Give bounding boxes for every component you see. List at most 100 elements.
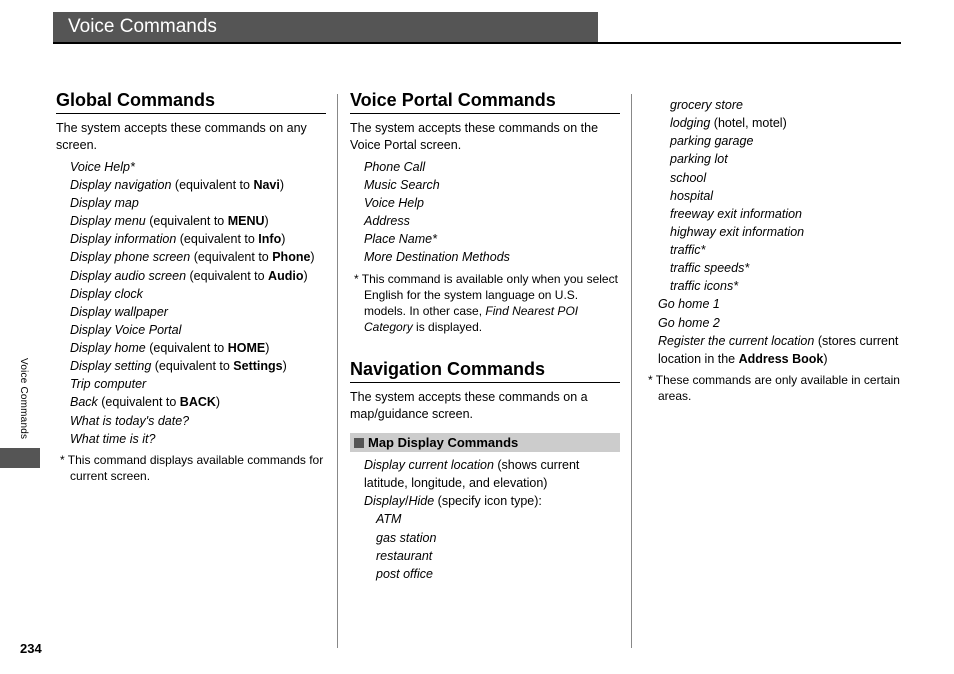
page-number: 234 xyxy=(20,641,42,656)
txt: is displayed. xyxy=(413,320,482,334)
cmd: Display clock xyxy=(70,287,143,301)
cmd: Display home xyxy=(70,341,146,355)
cmd: Display wallpaper xyxy=(70,305,168,319)
footnote-global: * This command displays available comman… xyxy=(56,452,326,484)
cmd: traffic* xyxy=(670,243,705,257)
cmd: grocery store xyxy=(670,98,743,112)
txt: ) xyxy=(280,178,284,192)
cmd: parking garage xyxy=(670,134,753,148)
cmd: parking lot xyxy=(670,152,728,166)
txt: (equivalent to xyxy=(151,359,233,373)
cmd: Address xyxy=(364,214,410,228)
cmd: Voice Help xyxy=(364,196,424,210)
cmd: Register the current location xyxy=(658,334,814,348)
cmd: What is today's date? xyxy=(70,414,189,428)
txt: ) xyxy=(216,395,220,409)
cmd: lodging xyxy=(670,116,710,130)
cmd: Display xyxy=(364,494,405,508)
icon-type-list-cont: grocery store lodging (hotel, motel) par… xyxy=(644,96,914,295)
heading-voice-portal: Voice Portal Commands xyxy=(350,90,620,114)
page-title: Voice Commands xyxy=(68,16,217,37)
side-tab-marker xyxy=(0,448,40,468)
txt: (hotel, motel) xyxy=(710,116,786,130)
key: BACK xyxy=(180,395,216,409)
txt: (equivalent to xyxy=(171,178,253,192)
side-tab-label: Voice Commands xyxy=(18,358,29,439)
heading-global-commands: Global Commands xyxy=(56,90,326,114)
cmd: freeway exit information xyxy=(670,207,802,221)
cmd: Display Voice Portal xyxy=(70,323,181,337)
cmd: school xyxy=(670,171,706,185)
cmd: Display map xyxy=(70,196,139,210)
footnote-nav: * These commands are only available in c… xyxy=(644,372,914,404)
txt: (equivalent to xyxy=(146,341,228,355)
map-display-list: Display current location (shows current … xyxy=(350,456,620,510)
column-3: grocery store lodging (hotel, motel) par… xyxy=(644,90,914,644)
column-2: Voice Portal Commands The system accepts… xyxy=(350,90,620,644)
txt: ) xyxy=(823,352,827,366)
txt: (equivalent to xyxy=(176,232,258,246)
cmd: Display information xyxy=(70,232,176,246)
cmd: Go home 1 xyxy=(658,297,720,311)
icon-type-list: ATM gas station restaurant post office xyxy=(350,510,620,583)
key: Audio xyxy=(268,269,303,283)
txt: ) xyxy=(283,359,287,373)
footnote-voice-portal: * This command is available only when yo… xyxy=(350,271,620,336)
txt: (specify icon type): xyxy=(434,494,542,508)
cmd: Display menu xyxy=(70,214,146,228)
cmd: Display current location xyxy=(364,458,494,472)
key: HOME xyxy=(228,341,266,355)
content-columns: Global Commands The system accepts these… xyxy=(56,90,914,644)
cmd: Hide xyxy=(408,494,434,508)
cmd: restaurant xyxy=(376,549,432,563)
title-rule xyxy=(53,42,901,44)
txt: (equivalent to xyxy=(186,269,268,283)
cmd: What time is it? xyxy=(70,432,155,446)
key: Settings xyxy=(233,359,282,373)
intro-navigation: The system accepts these commands on a m… xyxy=(350,389,620,423)
txt: (equivalent to xyxy=(98,395,180,409)
cmd: Voice Help* xyxy=(70,160,135,174)
txt: ) xyxy=(265,214,269,228)
cmd: ATM xyxy=(376,512,401,526)
cmd: Trip computer xyxy=(70,377,146,391)
txt: ) xyxy=(303,269,307,283)
key: Navi xyxy=(253,178,279,192)
cmd: Phone Call xyxy=(364,160,425,174)
key: Address Book xyxy=(739,352,824,366)
voice-portal-list: Phone Call Music Search Voice Help Addre… xyxy=(350,158,620,267)
txt: (equivalent to xyxy=(146,214,228,228)
cmd: Music Search xyxy=(364,178,440,192)
txt: (equivalent to xyxy=(190,250,272,264)
cmd: Display navigation xyxy=(70,178,171,192)
map-display-list-cont: Go home 1 Go home 2 Register the current… xyxy=(644,295,914,368)
key: MENU xyxy=(228,214,265,228)
cmd: post office xyxy=(376,567,433,581)
cmd: Back xyxy=(70,395,98,409)
cmd: Display phone screen xyxy=(70,250,190,264)
cmd: hospital xyxy=(670,189,713,203)
key: Phone xyxy=(272,250,310,264)
column-1: Global Commands The system accepts these… xyxy=(56,90,326,644)
square-bullet-icon xyxy=(354,438,364,448)
txt: ) xyxy=(265,341,269,355)
cmd: Place Name* xyxy=(364,232,437,246)
key: Info xyxy=(258,232,281,246)
page-title-bar: Voice Commands xyxy=(53,12,598,42)
cmd: traffic speeds* xyxy=(670,261,749,275)
subheading-map-display: Map Display Commands xyxy=(350,433,620,452)
cmd: Display setting xyxy=(70,359,151,373)
intro-voice-portal: The system accepts these commands on the… xyxy=(350,120,620,154)
cmd: gas station xyxy=(376,531,436,545)
heading-navigation: Navigation Commands xyxy=(350,359,620,383)
global-command-list: Voice Help* Display navigation (equivale… xyxy=(56,158,326,448)
cmd: Display audio screen xyxy=(70,269,186,283)
cmd: traffic icons* xyxy=(670,279,738,293)
cmd: More Destination Methods xyxy=(364,250,510,264)
txt: ) xyxy=(281,232,285,246)
txt: ) xyxy=(310,250,314,264)
cmd: Go home 2 xyxy=(658,316,720,330)
cmd: highway exit information xyxy=(670,225,804,239)
intro-global: The system accepts these commands on any… xyxy=(56,120,326,154)
subheading-label: Map Display Commands xyxy=(368,435,518,450)
